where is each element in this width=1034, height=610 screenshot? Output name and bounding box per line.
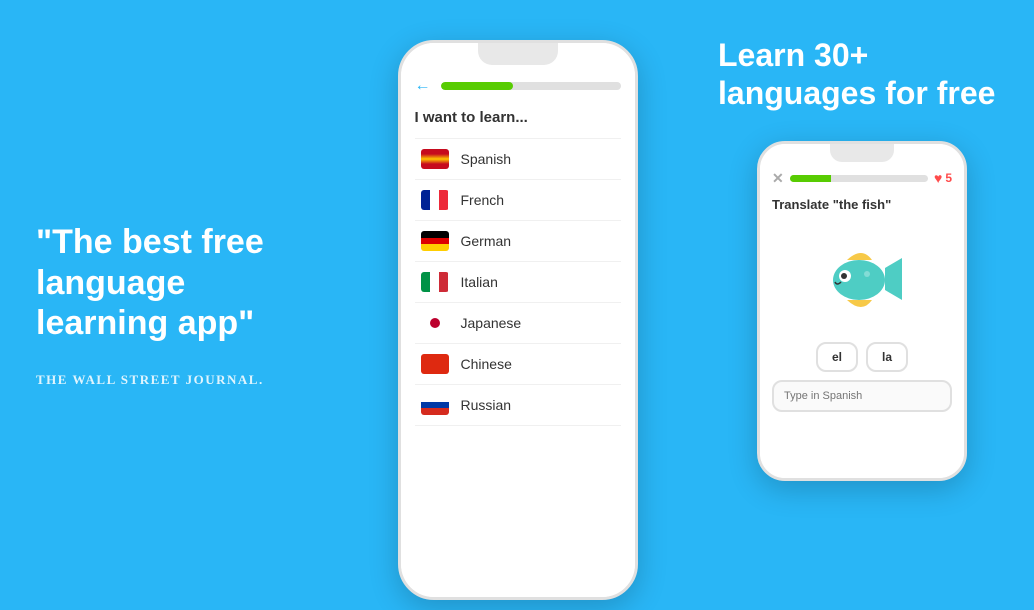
word-button-el[interactable]: el bbox=[816, 342, 858, 372]
list-item[interactable]: Russian bbox=[415, 385, 621, 426]
phone-notch bbox=[478, 43, 558, 65]
right-panel: Learn 30+ languages for free ✕ ♥ 5 Trans… bbox=[690, 0, 1034, 610]
fish-illustration bbox=[772, 228, 952, 328]
flag-spain-icon bbox=[421, 149, 449, 169]
language-name-french: French bbox=[461, 192, 505, 208]
left-panel: "The best free language learning app" TH… bbox=[0, 0, 345, 610]
flag-germany-icon bbox=[421, 231, 449, 251]
flag-italy-icon bbox=[421, 272, 449, 292]
flag-japan-icon bbox=[421, 313, 449, 333]
language-list: Spanish French bbox=[415, 138, 621, 426]
phone-header-2: ✕ ♥ 5 bbox=[772, 170, 952, 187]
heart-icon: ♥ bbox=[934, 170, 942, 186]
phone-screen: ← I want to learn... Spanish bbox=[401, 43, 635, 597]
list-item[interactable]: German bbox=[415, 221, 621, 262]
flag-china-icon bbox=[421, 354, 449, 374]
type-spanish-input[interactable] bbox=[772, 380, 952, 412]
hearts-count: 5 bbox=[945, 171, 952, 185]
language-name-italian: Italian bbox=[461, 274, 498, 290]
hearts-badge: ♥ 5 bbox=[934, 170, 952, 186]
phone-notch-2 bbox=[830, 144, 894, 162]
back-arrow-icon[interactable]: ← bbox=[415, 77, 431, 95]
fish-svg bbox=[817, 238, 907, 318]
language-name-chinese: Chinese bbox=[461, 356, 512, 372]
list-item[interactable]: Italian bbox=[415, 262, 621, 303]
phone-screen-2: ✕ ♥ 5 Translate "the fish" bbox=[760, 144, 964, 478]
translate-prompt: Translate "the fish" bbox=[772, 197, 952, 212]
progress-bar-fill bbox=[441, 82, 513, 90]
flag-france-icon bbox=[421, 190, 449, 210]
quote-text: "The best free language learning app" bbox=[36, 222, 309, 344]
list-item[interactable]: French bbox=[415, 180, 621, 221]
right-phone-mockup: ✕ ♥ 5 Translate "the fish" bbox=[757, 141, 967, 481]
word-button-la[interactable]: la bbox=[866, 342, 908, 372]
phone-header: ← bbox=[415, 77, 621, 95]
close-icon[interactable]: ✕ bbox=[772, 170, 784, 187]
progress-bar-2-fill bbox=[790, 175, 831, 182]
word-buttons-row: el la bbox=[772, 342, 952, 372]
list-item[interactable]: Chinese bbox=[415, 344, 621, 385]
list-item[interactable]: Japanese bbox=[415, 303, 621, 344]
language-name-russian: Russian bbox=[461, 397, 512, 413]
language-name-japanese: Japanese bbox=[461, 315, 522, 331]
language-name-german: German bbox=[461, 233, 512, 249]
progress-bar-2-container bbox=[790, 175, 928, 182]
list-item[interactable]: Spanish bbox=[415, 138, 621, 180]
flag-russia-icon bbox=[421, 395, 449, 415]
center-panel: ← I want to learn... Spanish bbox=[345, 0, 690, 610]
learn-title: I want to learn... bbox=[415, 109, 621, 126]
right-headline: Learn 30+ languages for free bbox=[718, 36, 1006, 113]
progress-bar-container bbox=[441, 82, 621, 90]
center-phone-mockup: ← I want to learn... Spanish bbox=[398, 40, 638, 600]
wsj-attribution: THE WALL STREET JOURNAL. bbox=[36, 372, 309, 388]
language-name-spanish: Spanish bbox=[461, 151, 512, 167]
